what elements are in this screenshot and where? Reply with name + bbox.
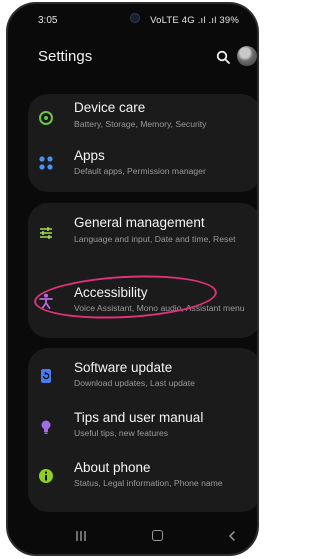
page-title: Settings bbox=[38, 48, 93, 65]
status-indicators: VoLTE 4G .ıl .ıl 39% bbox=[150, 15, 239, 26]
item-subtitle: Download updates, Last update bbox=[74, 378, 195, 388]
info-icon bbox=[39, 469, 53, 483]
settings-group-3: Software update Download updates, Last u… bbox=[28, 348, 257, 512]
item-label: Tips and user manual bbox=[74, 410, 204, 425]
apps-icon bbox=[39, 156, 53, 170]
profile-avatar[interactable] bbox=[237, 46, 257, 66]
item-subtitle: Language and input, Date and time, Reset bbox=[74, 234, 236, 244]
item-subtitle: Battery, Storage, Memory, Security bbox=[74, 119, 207, 129]
settings-item-apps[interactable]: Apps Default apps, Permission manager bbox=[28, 144, 257, 188]
phone-screen: 3:05 VoLTE 4G .ıl .ıl 39% Settings Devic… bbox=[6, 2, 259, 556]
navigation-bar bbox=[8, 522, 257, 552]
item-label: Apps bbox=[74, 148, 105, 163]
lightbulb-icon bbox=[41, 420, 51, 434]
app-bar: Settings bbox=[8, 40, 257, 70]
settings-item-device-care[interactable]: Device care Battery, Storage, Memory, Se… bbox=[28, 98, 257, 142]
settings-group-1: Device care Battery, Storage, Memory, Se… bbox=[28, 94, 257, 192]
item-label: Software update bbox=[74, 360, 173, 375]
search-icon[interactable] bbox=[216, 50, 230, 64]
item-subtitle: Default apps, Permission manager bbox=[74, 166, 206, 176]
item-label: About phone bbox=[74, 460, 151, 475]
recent-apps-icon[interactable] bbox=[74, 530, 88, 542]
device-care-icon bbox=[39, 111, 53, 125]
settings-item-general-management[interactable]: General management Language and input, D… bbox=[28, 213, 257, 267]
item-subtitle: Useful tips, new features bbox=[74, 428, 169, 438]
front-camera bbox=[130, 13, 140, 23]
settings-group-2: General management Language and input, D… bbox=[28, 203, 257, 338]
settings-item-software-update[interactable]: Software update Download updates, Last u… bbox=[28, 356, 257, 400]
item-subtitle: Status, Legal information, Phone name bbox=[74, 478, 223, 488]
item-label: General management bbox=[74, 215, 205, 230]
settings-item-tips[interactable]: Tips and user manual Useful tips, new fe… bbox=[28, 406, 257, 450]
status-bar: 3:05 VoLTE 4G .ıl .ıl 39% bbox=[8, 4, 257, 30]
settings-item-about-phone[interactable]: About phone Status, Legal information, P… bbox=[28, 456, 257, 500]
home-icon[interactable] bbox=[152, 530, 163, 541]
sliders-icon bbox=[40, 227, 52, 239]
status-time: 3:05 bbox=[38, 15, 58, 26]
item-label: Device care bbox=[74, 100, 146, 115]
software-update-icon bbox=[41, 369, 51, 383]
back-icon[interactable] bbox=[226, 530, 238, 542]
